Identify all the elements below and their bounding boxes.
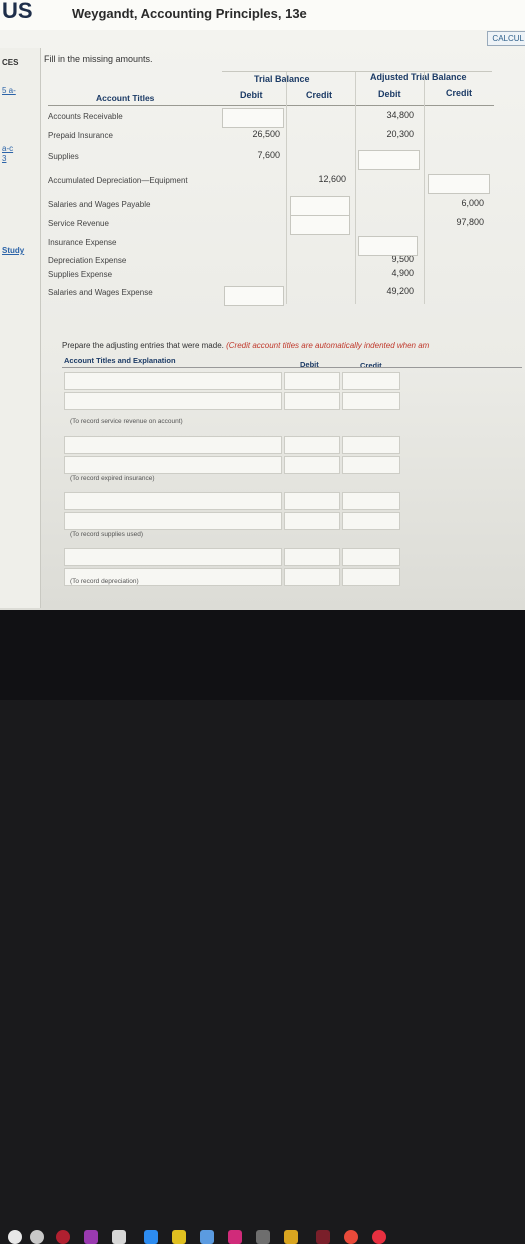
browser-page: US Weygandt, Accounting Principles, 13e … <box>0 0 525 610</box>
journal-credit-input[interactable] <box>342 568 400 586</box>
taskbar <box>0 610 525 1244</box>
app-icon-grey[interactable] <box>112 1230 126 1244</box>
missing-amount-input[interactable] <box>222 108 284 128</box>
journal-prompt: Prepare the adjusting entries that were … <box>62 341 429 350</box>
journal-credit-input[interactable] <box>342 436 400 454</box>
app-icon-briefcase[interactable] <box>284 1230 298 1244</box>
trial-balance-heading: Trial Balance <box>254 74 310 84</box>
journal-credit-input[interactable] <box>342 548 400 566</box>
journal-credit-input[interactable] <box>342 372 400 390</box>
missing-amount-input[interactable] <box>290 215 350 235</box>
journal-explanation-note: (To record supplies used) <box>70 531 143 538</box>
instructions: Fill in the missing amounts. <box>44 54 153 64</box>
app-icon-pink[interactable] <box>228 1230 242 1244</box>
missing-amount-input[interactable] <box>290 196 350 216</box>
tb-debit-heading: Debit <box>240 90 263 100</box>
account-title-4: Salaries and Wages Payable <box>48 200 151 209</box>
journal-debit-input[interactable] <box>284 512 340 530</box>
journal-debit-input[interactable] <box>284 548 340 566</box>
app-icon-blue[interactable] <box>144 1230 158 1244</box>
browser-icon[interactable] <box>344 1230 358 1244</box>
journal-debit-input[interactable] <box>284 568 340 586</box>
journal-explanation-note: (To record depreciation) <box>70 578 139 585</box>
journal-account-input[interactable] <box>64 436 282 454</box>
journal-explanation-note: (To record service revenue on account) <box>70 418 183 425</box>
journal-debit-input[interactable] <box>284 492 340 510</box>
journal-credit-input[interactable] <box>342 492 400 510</box>
account-title-2: Supplies <box>48 152 79 161</box>
journal-account-input[interactable] <box>64 548 282 566</box>
account-title-7: Depreciation Expense <box>48 256 127 265</box>
journal-debit-input[interactable] <box>284 456 340 474</box>
journal-credit-input[interactable] <box>342 456 400 474</box>
atb-debit-heading: Debit <box>378 89 401 99</box>
journal-credit-heading: Credit <box>360 361 382 370</box>
atb-debit-value: 34,800 <box>386 110 414 120</box>
account-title-6: Insurance Expense <box>48 238 117 247</box>
account-title-5: Service Revenue <box>48 219 109 228</box>
calculator-button[interactable]: CALCUL <box>487 31 525 46</box>
journal-prompt-text: Prepare the adjusting entries that were … <box>62 341 224 350</box>
journal-debit-input[interactable] <box>284 392 340 410</box>
sidebar-item-number[interactable]: 3 <box>2 154 6 163</box>
journal-credit-input[interactable] <box>342 512 400 530</box>
journal-account-input[interactable] <box>64 372 282 390</box>
journal-debit-input[interactable] <box>284 372 340 390</box>
missing-amount-input[interactable] <box>358 150 420 170</box>
journal-account-input[interactable] <box>64 392 282 410</box>
app-icon-purple[interactable] <box>84 1230 98 1244</box>
journal-account-input[interactable] <box>64 512 282 530</box>
journal-credit-input[interactable] <box>342 392 400 410</box>
journal-debit-input[interactable] <box>284 436 340 454</box>
atb-credit-value: 97,800 <box>456 217 484 227</box>
app-icon-files[interactable] <box>256 1230 270 1244</box>
tb-debit-value: 26,500 <box>252 129 280 139</box>
account-titles-heading: Account Titles <box>96 93 155 103</box>
journal-explanation-note: (To record expired insurance) <box>70 475 155 482</box>
start-icon[interactable] <box>8 1230 22 1244</box>
missing-amount-input[interactable] <box>224 286 284 306</box>
app-icon-red[interactable] <box>56 1230 70 1244</box>
app-icon-dark-red[interactable] <box>316 1230 330 1244</box>
app-icon-store[interactable] <box>200 1230 214 1244</box>
atb-debit-value: 20,300 <box>386 129 414 139</box>
account-title-0: Accounts Receivable <box>48 112 123 121</box>
adjusted-trial-balance-heading: Adjusted Trial Balance <box>370 72 467 82</box>
missing-amount-input[interactable] <box>358 236 418 256</box>
journal-prompt-note: (Credit account titles are automatically… <box>226 341 430 350</box>
account-title-3: Accumulated Depreciation—Equipment <box>48 176 188 185</box>
book-title: Weygandt, Accounting Principles, 13e <box>72 6 307 21</box>
account-title-1: Prepaid Insurance <box>48 131 113 140</box>
top-bar: US Weygandt, Accounting Principles, 13e <box>0 0 525 30</box>
tb-debit-value: 7,600 <box>257 150 280 160</box>
journal-account-titles-heading: Account Titles and Explanation <box>64 356 176 365</box>
atb-debit-value: 4,900 <box>391 268 414 278</box>
missing-amount-input[interactable] <box>428 174 490 194</box>
atb-credit-heading: Credit <box>446 88 473 98</box>
settings-icon[interactable] <box>30 1230 44 1244</box>
atb-debit-value: 49,200 <box>386 286 414 296</box>
app-icon-red-circle[interactable] <box>372 1230 386 1244</box>
sidebar-item-part[interactable]: a-c <box>2 144 13 153</box>
sidebar-item-question[interactable]: 5 a- <box>2 86 16 95</box>
journal-account-input[interactable] <box>64 492 282 510</box>
sidebar: CES 5 a- a-c 3 Study <box>0 48 41 608</box>
brand-logo: US <box>2 0 33 23</box>
account-title-9: Salaries and Wages Expense <box>48 288 153 297</box>
journal-account-input[interactable] <box>64 456 282 474</box>
sidebar-item-study[interactable]: Study <box>2 246 24 255</box>
atb-credit-value: 6,000 <box>461 198 484 208</box>
tb-credit-heading: Credit <box>306 90 333 100</box>
tb-credit-value: 12,600 <box>318 174 346 184</box>
app-icon-yellow[interactable] <box>172 1230 186 1244</box>
sidebar-item-resources[interactable]: CES <box>2 58 18 67</box>
account-title-8: Supplies Expense <box>48 270 113 279</box>
